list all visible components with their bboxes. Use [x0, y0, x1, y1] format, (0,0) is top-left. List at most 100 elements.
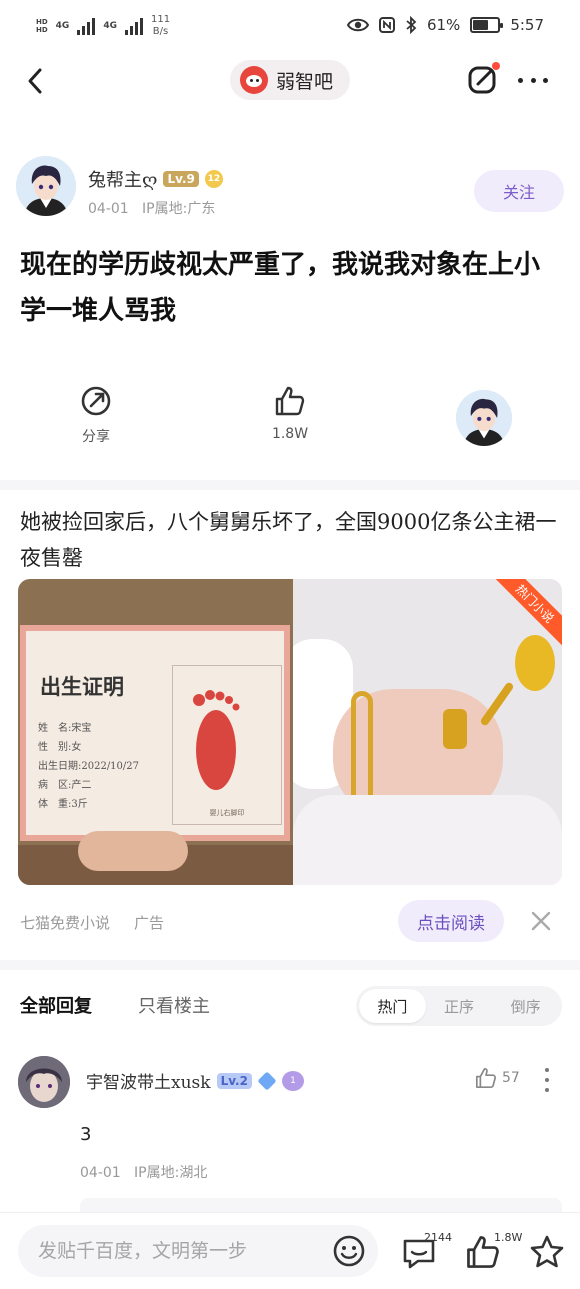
close-icon[interactable]: [530, 910, 552, 932]
reply-tabs: 全部回复 只看楼主 热门 正序 倒序: [20, 986, 562, 1026]
commenter-name-row: 宇智波带土xusk Lv.2 1: [86, 1068, 304, 1093]
reply-input[interactable]: [18, 1225, 318, 1277]
sim2-hd-label: HD: [36, 26, 48, 34]
ad-label: 广告: [134, 914, 165, 932]
more-options-button[interactable]: [516, 70, 550, 90]
comment-more-button[interactable]: [542, 1068, 552, 1092]
net-speed: 111 B/s: [151, 14, 170, 38]
share-button[interactable]: 分享: [66, 384, 126, 446]
sort-hot[interactable]: 热门: [359, 989, 426, 1023]
ad-source: 七猫免费小说: [20, 914, 111, 932]
dot-icon: [545, 1078, 549, 1082]
network2-label: 4G: [103, 21, 117, 31]
commenter-avatar[interactable]: [18, 1056, 70, 1108]
net-speed-value: 111: [150, 14, 171, 25]
status-bar-left: HD HD 4G 4G 111 B/s: [36, 14, 170, 38]
post-actions: 分享 1.8W: [0, 384, 580, 464]
diamond-badge-icon: [257, 1070, 277, 1091]
cert-field: 病 区:产二: [38, 780, 92, 791]
dot-icon: [518, 77, 523, 83]
battery-icon: [470, 17, 504, 33]
forum-logo-icon: [240, 66, 268, 94]
status-bar: HD HD 4G 4G 111 B/s 61% 5:57: [0, 0, 580, 56]
bluetooth-icon: [406, 16, 417, 34]
comment-item: 宇智波带土xusk Lv.2 1 57 3 04-01 IP属地:湖北: [18, 1054, 562, 1214]
thumbs-up-icon: [475, 1067, 497, 1089]
tab-op-only[interactable]: 只看楼主: [138, 992, 210, 1018]
nfc-icon: [378, 17, 395, 33]
cert-field: 体 重:3斤: [38, 799, 88, 810]
ad-images[interactable]: 出生证明 姓 名:宋宝 性 别:女 出生日期:2022/10/27 病 区:产二…: [18, 579, 562, 885]
ad-image-baby-hand: 热门小说: [293, 579, 562, 885]
bottom-bar: 2144 1.8W: [0, 1212, 580, 1289]
birth-certificate: 出生证明 姓 名:宋宝 性 别:女 出生日期:2022/10/27 病 区:产二…: [20, 625, 290, 841]
forum-name: 弱智吧: [276, 70, 334, 93]
tab-all-replies[interactable]: 全部回复: [20, 992, 92, 1018]
hand-image: [18, 831, 293, 885]
dot-icon: [543, 77, 548, 83]
footprint-caption: 婴儿右脚印: [209, 809, 245, 817]
author-avatar[interactable]: [16, 156, 76, 216]
gold-spoon: [515, 635, 555, 691]
forum-link[interactable]: 弱智吧: [230, 60, 350, 100]
status-bar-right: 61% 5:57: [346, 16, 544, 34]
footprint-box: 婴儿右脚印: [172, 665, 282, 825]
author-meta: 04-01 IP属地:广东: [88, 198, 215, 218]
thumbs-up-icon: [275, 386, 305, 416]
dot-icon: [530, 77, 536, 83]
cert-field: 出生日期:2022/10/27: [38, 761, 140, 772]
blanket: [293, 795, 562, 885]
post-author: 兔帮主ღ Lv.9 12 04-01 IP属地:广东 关注: [16, 156, 564, 228]
comment-like-count: 57: [502, 1070, 520, 1086]
sort-descending[interactable]: 倒序: [492, 989, 559, 1023]
author-name-row: 兔帮主ღ Lv.9 12: [88, 166, 223, 192]
post-title: 现在的学历歧视太严重了，我说我对象在上小学一堆人骂我: [20, 250, 541, 326]
dot-icon: [545, 1068, 549, 1072]
comment-meta: 04-01 IP属地:湖北: [80, 1162, 207, 1182]
commenter-name[interactable]: 宇智波带土xusk: [86, 1068, 211, 1093]
notification-dot: [492, 62, 500, 70]
level-badge: Lv.9: [163, 171, 199, 187]
star-icon[interactable]: [528, 1233, 566, 1271]
gold-spoon-handle: [479, 681, 515, 727]
emoji-icon[interactable]: [332, 1234, 366, 1268]
post-date: 04-01: [88, 201, 129, 217]
ad-image-birth-certificate: 出生证明 姓 名:宋宝 性 别:女 出生日期:2022/10/27 病 区:产二…: [18, 579, 293, 885]
comment-like-button[interactable]: 57: [474, 1066, 520, 1090]
signal2-icon: [124, 17, 143, 35]
like-count: 1.8W: [271, 426, 309, 442]
back-arrow-icon[interactable]: [22, 64, 52, 98]
signal1-icon: [77, 17, 96, 35]
comment-text: 3: [80, 1124, 92, 1145]
member-badge-icon: 12: [204, 170, 223, 188]
compose-button[interactable]: [466, 62, 500, 96]
like-button[interactable]: 1.8W: [260, 384, 320, 442]
network1-label: 4G: [55, 21, 70, 31]
battery-percent: 61%: [426, 16, 461, 34]
cert-field: 性 别:女: [38, 742, 82, 753]
ad-footer: 七猫免费小说 广告 点击阅读: [20, 900, 560, 944]
ad-title[interactable]: 她被捡回家后，八个舅舅乐坏了，全国9000亿条公主裙一夜售罄: [20, 504, 565, 576]
crown-badge-icon: 1: [281, 1070, 304, 1091]
author-avatar-small[interactable]: [456, 390, 512, 446]
author-name[interactable]: 兔帮主ღ: [88, 166, 157, 192]
gold-ring: [443, 709, 467, 749]
reply-input-container: [18, 1225, 378, 1277]
cert-fields: 姓 名:宋宝 性 别:女 出生日期:2022/10/27 病 区:产二 体 重:…: [38, 719, 139, 814]
follow-button[interactable]: 关注: [474, 170, 564, 212]
sim1-hd-label: HD: [36, 18, 48, 26]
gold-bracelet: [351, 691, 373, 811]
eye-icon: [346, 18, 369, 32]
section-divider: [0, 480, 580, 490]
share-label: 分享: [82, 429, 110, 445]
avatar-illustration-icon: [16, 156, 76, 216]
share-icon: [81, 386, 111, 416]
comment-ip-location: IP属地:湖北: [134, 1165, 208, 1181]
avatar-illustration-icon: [456, 390, 512, 446]
sort-ascending[interactable]: 正序: [426, 989, 493, 1023]
read-now-button[interactable]: 点击阅读: [398, 900, 504, 942]
footprint-icon: [193, 690, 240, 790]
section-divider: [0, 960, 580, 970]
cert-field: 姓 名:宋宝: [38, 723, 92, 734]
dot-icon: [545, 1088, 549, 1092]
